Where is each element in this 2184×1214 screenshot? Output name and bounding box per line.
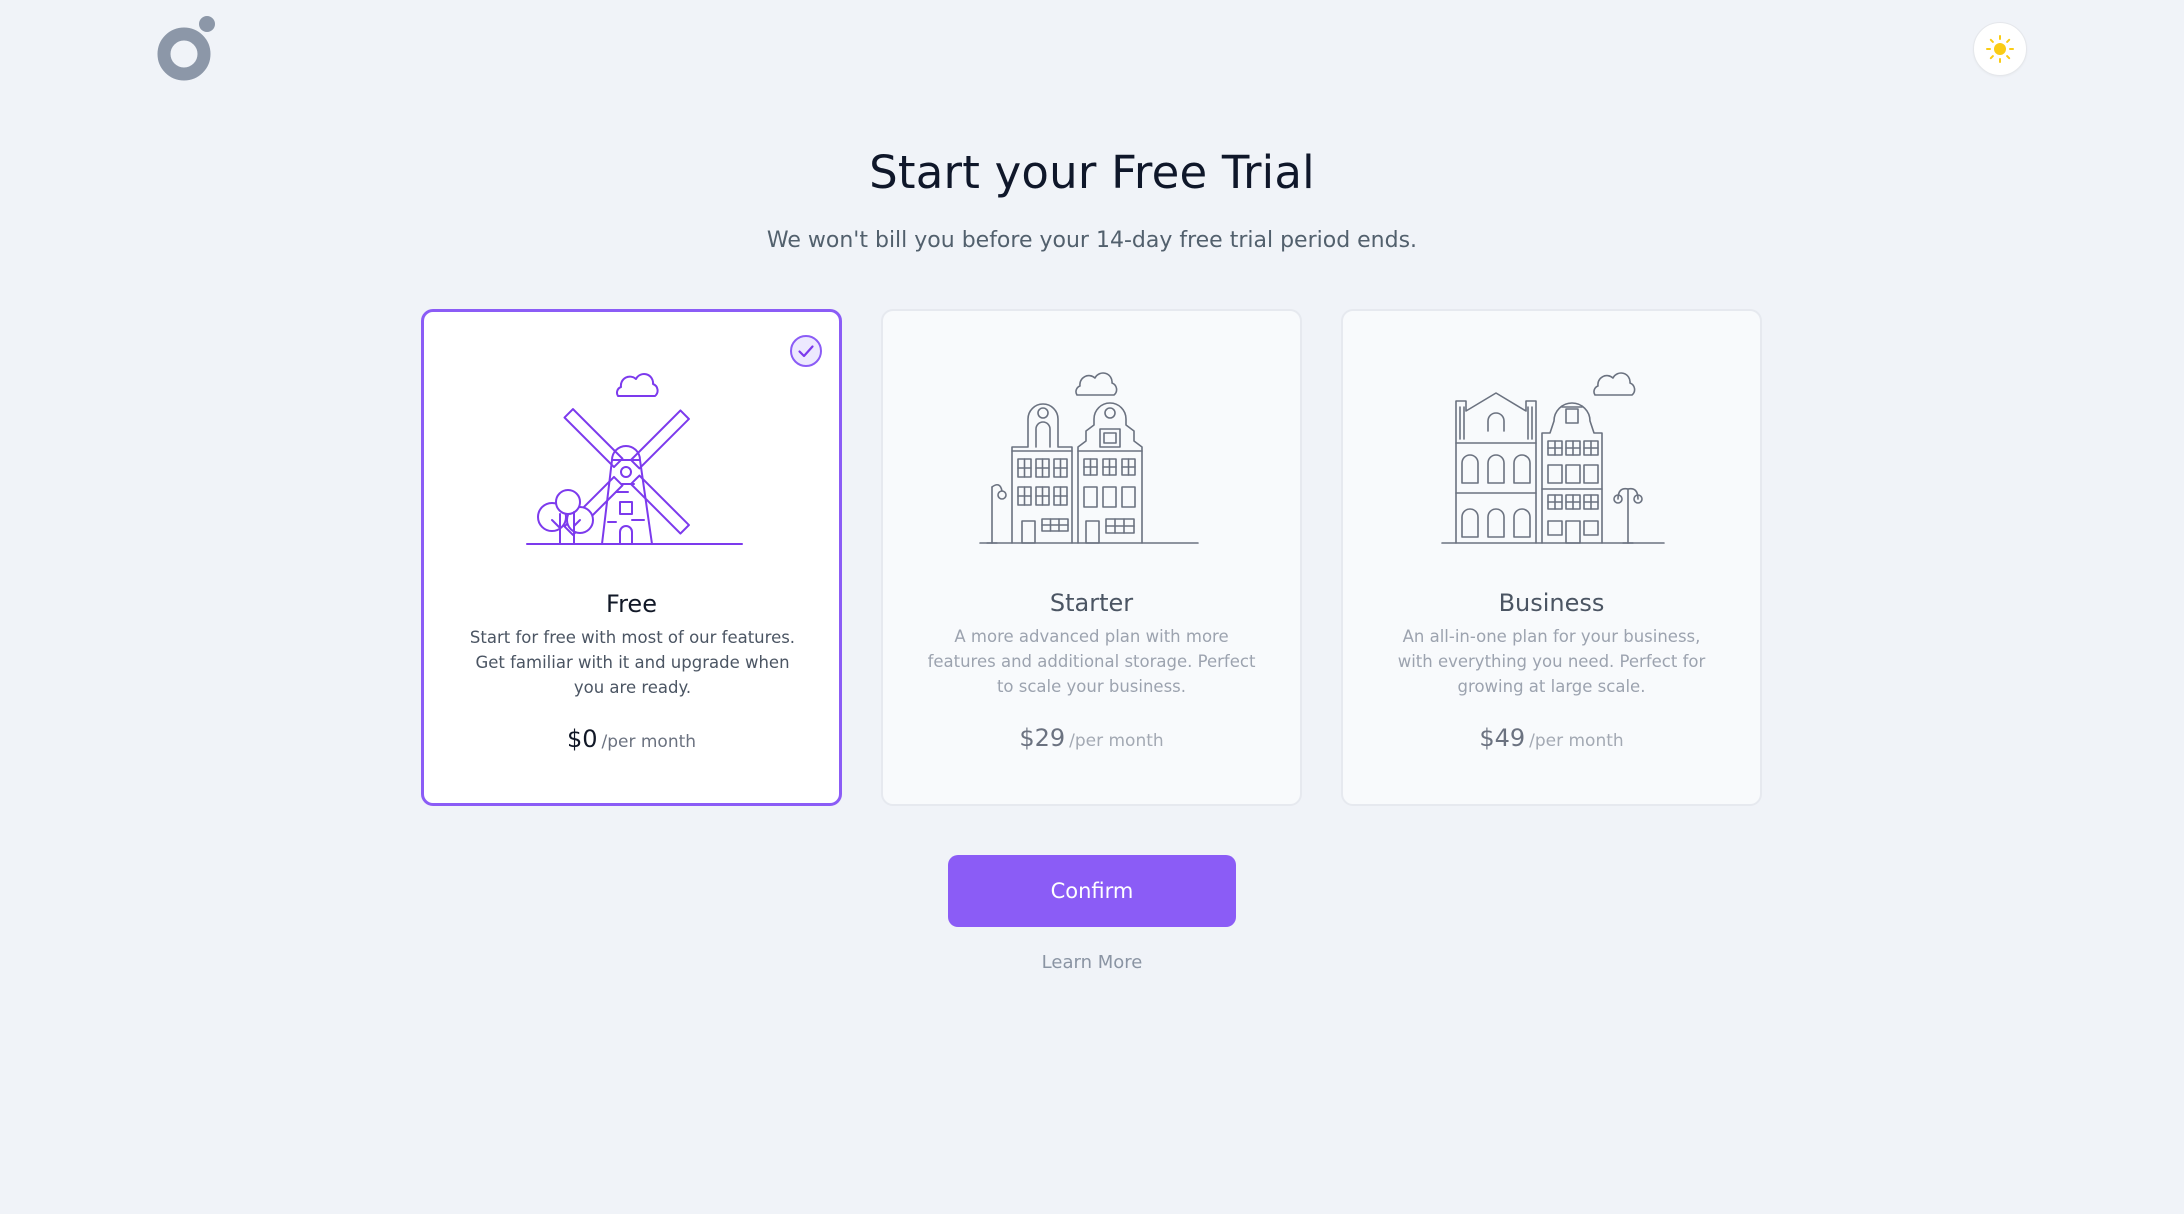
plan-price-period: /per month [601, 732, 697, 752]
plan-list: Free Start for free with most of our fea… [421, 309, 1764, 806]
plan-card-free[interactable]: Free Start for free with most of our fea… [421, 309, 842, 806]
plan-price-period: /per month [1069, 731, 1164, 751]
sun-icon [1986, 35, 2014, 63]
plan-description: An all-in-one plan for your business, wi… [1397, 627, 1706, 696]
plan-price-amount: $29 [1019, 724, 1066, 752]
plan-card-starter[interactable]: Starter A more advanced plan with more f… [881, 309, 1302, 806]
page-subtitle: We won't bill you before your 14-day fre… [766, 228, 1418, 253]
plan-description: A more advanced plan with more features … [927, 627, 1256, 696]
plan-name: Starter [1049, 589, 1134, 617]
plan-description: Start for free with most of our features… [469, 628, 796, 697]
page-title: Start your Free Trial [869, 146, 1315, 199]
plan-price-period: /per month [1529, 731, 1624, 751]
plan-price: $29/per month [883, 724, 1300, 752]
plan-name: Business [1498, 589, 1605, 617]
plan-price-amount: $0 [566, 725, 598, 753]
theme-toggle-button[interactable] [1973, 22, 2027, 76]
windmill-illustration [424, 352, 839, 552]
plan-card-business[interactable]: Business An all-in-one plan for your bus… [1341, 309, 1762, 806]
plan-price: $0/per month [424, 725, 839, 753]
confirm-button[interactable]: Confirm [948, 855, 1236, 927]
learn-more-link[interactable]: Learn More [0, 952, 2184, 973]
plan-name: Free [606, 590, 657, 618]
plan-price: $49/per month [1343, 724, 1760, 752]
city-buildings-illustration [1343, 351, 1760, 551]
two-houses-illustration [883, 351, 1300, 551]
plan-price-amount: $49 [1479, 724, 1526, 752]
brand-logo-icon[interactable] [152, 16, 222, 82]
